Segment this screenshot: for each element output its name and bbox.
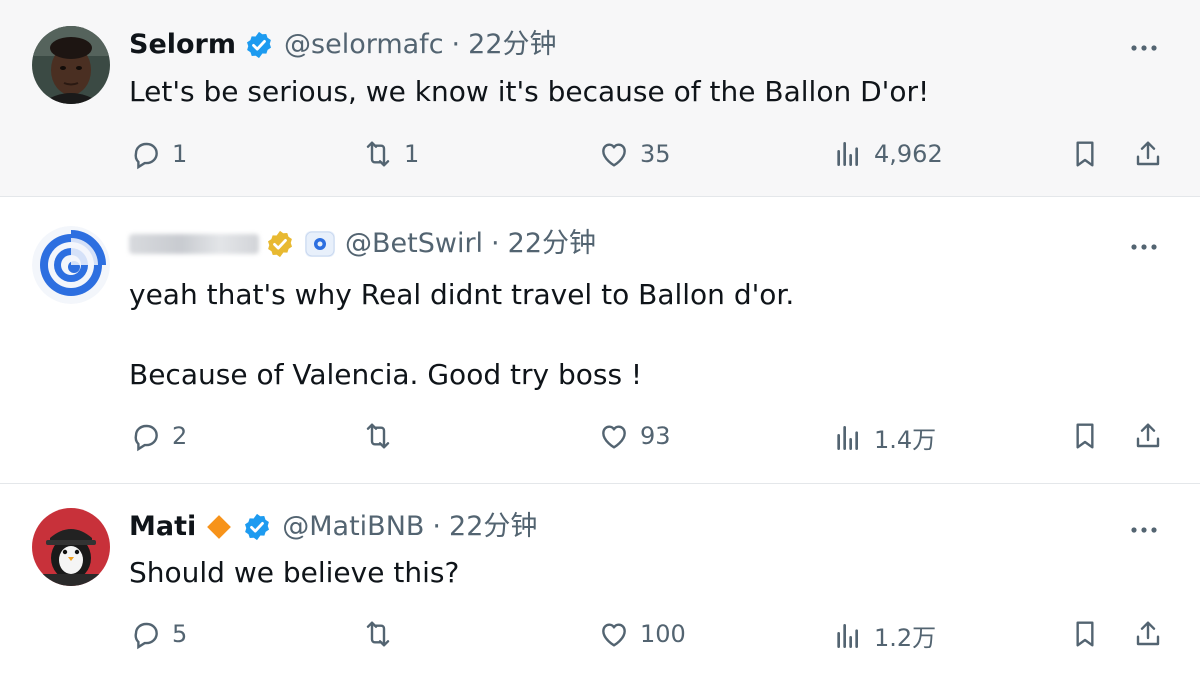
like-button[interactable]: 35 xyxy=(598,138,671,170)
like-icon xyxy=(602,143,626,167)
like-button[interactable]: 93 xyxy=(598,420,671,452)
reply-icon xyxy=(134,424,158,452)
views-count: 4,962 xyxy=(874,140,943,168)
separator-dot: · xyxy=(451,29,461,60)
avatar-mati[interactable] xyxy=(32,508,110,586)
gold-verified-badge-icon xyxy=(265,229,295,259)
like-count: 100 xyxy=(640,620,686,648)
bookmark-button[interactable] xyxy=(1069,138,1101,170)
tweet-text: yeah that's why Real didnt travel to Bal… xyxy=(129,278,795,391)
timestamp[interactable]: 22分钟 xyxy=(468,27,556,63)
tweet-header: Mati @MatiBNB · 22分钟 xyxy=(129,509,537,545)
author-handle[interactable]: @BetSwirl xyxy=(345,226,483,262)
tweet-mati[interactable]: Mati @MatiBNB · 22分钟 Should we believe t… xyxy=(0,484,1200,689)
like-count: 93 xyxy=(640,422,671,450)
more-icon[interactable] xyxy=(1126,520,1162,540)
reply-button[interactable]: 2 xyxy=(130,420,187,452)
bookmark-icon xyxy=(1076,141,1094,167)
repost-button[interactable] xyxy=(362,420,404,452)
like-icon xyxy=(602,623,626,647)
like-button[interactable]: 100 xyxy=(598,618,686,650)
author-handle[interactable]: @MatiBNB xyxy=(282,509,424,545)
share-icon xyxy=(1136,141,1160,166)
views-count: 1.4万 xyxy=(874,426,937,454)
tweet-selorm[interactable]: Selorm @selormafc · 22分钟 Let's be seriou… xyxy=(0,0,1200,197)
repost-icon xyxy=(366,141,390,167)
share-button[interactable] xyxy=(1132,420,1164,452)
share-icon xyxy=(1136,423,1160,448)
reply-icon xyxy=(134,142,158,170)
bookmark-button[interactable] xyxy=(1069,618,1101,650)
action-bar: 1 1 35 4,962 xyxy=(0,138,1200,178)
author-name[interactable]: Selorm xyxy=(129,27,236,63)
bookmark-icon xyxy=(1076,621,1094,647)
verified-badge-icon xyxy=(242,512,272,542)
tweet-header: @BetSwirl · 22分钟 xyxy=(129,226,596,262)
tweet-text: Let's be serious, we know it's because o… xyxy=(129,75,930,108)
share-button[interactable] xyxy=(1132,618,1164,650)
share-button[interactable] xyxy=(1132,138,1164,170)
reply-count: 5 xyxy=(172,620,188,648)
bookmark-icon xyxy=(1076,423,1094,449)
separator-dot: · xyxy=(432,511,442,542)
more-icon[interactable] xyxy=(1126,38,1162,58)
reply-count: 1 xyxy=(172,140,188,168)
views-icon xyxy=(837,623,858,648)
timestamp[interactable]: 22分钟 xyxy=(508,226,596,262)
like-count: 35 xyxy=(640,140,671,168)
tweet-text: Should we believe this? xyxy=(129,556,460,589)
views-count: 1.2万 xyxy=(874,624,937,652)
reply-button[interactable]: 5 xyxy=(130,618,187,650)
action-bar: 5 100 1.2万 xyxy=(0,618,1200,658)
avatar-betswirl[interactable] xyxy=(32,226,110,304)
diamond-icon xyxy=(204,512,234,542)
avatar-selorm[interactable] xyxy=(32,26,110,104)
repost-icon xyxy=(366,621,390,647)
views-icon xyxy=(837,142,858,166)
timestamp[interactable]: 22分钟 xyxy=(449,509,537,545)
tweet-betswirl[interactable]: @BetSwirl · 22分钟 yeah that's why Real di… xyxy=(0,197,1200,484)
reply-button[interactable]: 1 xyxy=(130,138,187,170)
author-name-blurred[interactable] xyxy=(129,234,259,254)
separator-dot: · xyxy=(491,228,500,259)
repost-button[interactable] xyxy=(362,618,404,650)
verified-badge-icon xyxy=(244,30,274,60)
author-name[interactable]: Mati xyxy=(129,509,196,545)
reply-count: 2 xyxy=(172,422,188,450)
views-button[interactable]: 4,962 xyxy=(832,138,943,170)
author-handle[interactable]: @selormafc xyxy=(284,27,444,63)
repost-button[interactable]: 1 xyxy=(362,138,419,170)
like-icon xyxy=(602,425,626,449)
reply-icon xyxy=(134,622,158,650)
views-button[interactable]: 1.2万 xyxy=(832,618,936,653)
views-button[interactable]: 1.4万 xyxy=(832,420,936,455)
repost-icon xyxy=(366,423,390,449)
affiliate-badge-icon xyxy=(305,231,335,257)
share-icon xyxy=(1136,621,1160,646)
bookmark-button[interactable] xyxy=(1069,420,1101,452)
tweet-header: Selorm @selormafc · 22分钟 xyxy=(129,27,557,63)
views-icon xyxy=(837,425,858,450)
action-bar: 2 93 1.4万 xyxy=(0,420,1200,460)
repost-count: 1 xyxy=(404,140,420,168)
more-icon[interactable] xyxy=(1126,237,1162,257)
